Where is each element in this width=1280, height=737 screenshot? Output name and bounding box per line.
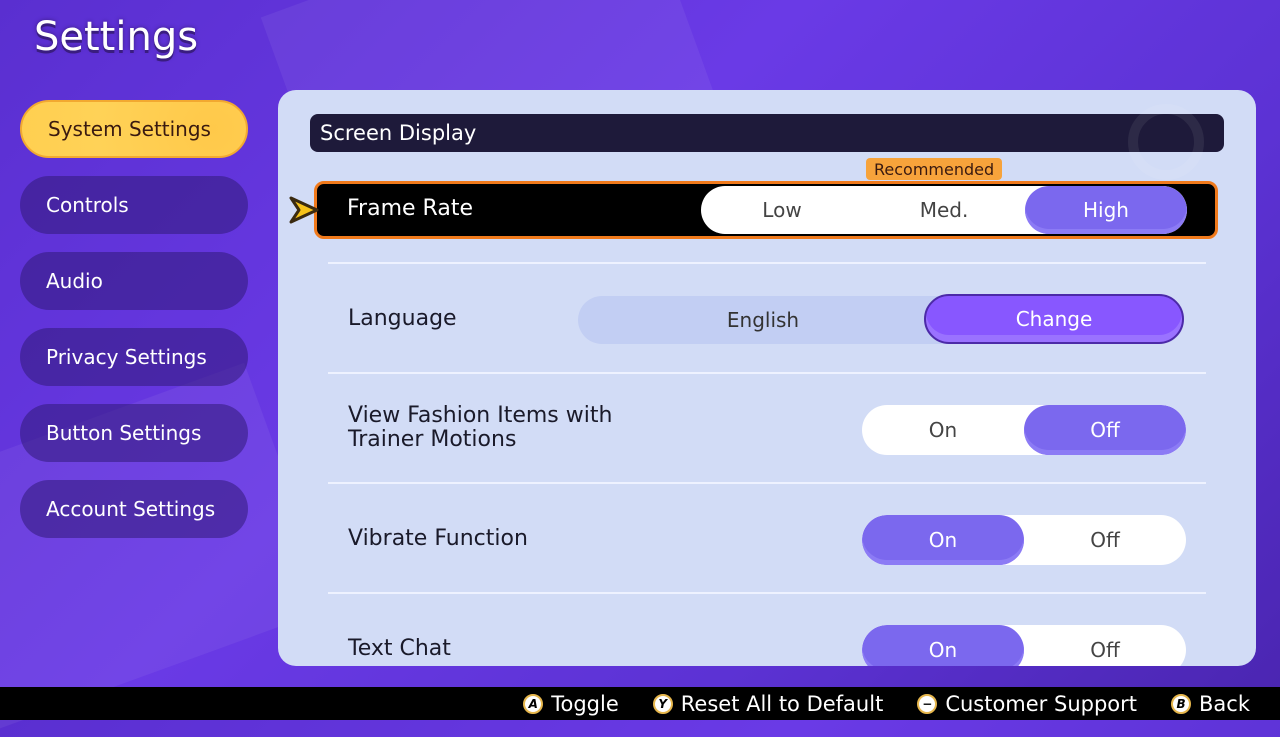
- divider: [328, 372, 1206, 374]
- fashion-label-line2: Trainer Motions: [348, 427, 517, 452]
- sidebar-item-label: Audio: [46, 269, 103, 293]
- fashion-option-on[interactable]: On: [862, 405, 1024, 455]
- pokeball-decoration-icon: [1128, 104, 1204, 180]
- sidebar-item-controls[interactable]: Controls: [20, 176, 248, 234]
- sidebar-item-label: Button Settings: [46, 421, 202, 445]
- hint-back[interactable]: B Back: [1171, 692, 1250, 716]
- y-button-icon: Y: [652, 693, 673, 714]
- sidebar-item-label: System Settings: [48, 117, 211, 141]
- fashion-option-off[interactable]: Off: [1024, 405, 1186, 455]
- hint-label: Toggle: [551, 691, 619, 716]
- recommended-badge: Recommended: [866, 158, 1003, 180]
- settings-panel: Screen Display Recommended Frame Rate Lo…: [278, 90, 1256, 666]
- sidebar-item-system-settings[interactable]: System Settings: [20, 100, 248, 158]
- hint-label: Reset All to Default: [680, 691, 884, 716]
- page-title: Settings: [34, 14, 199, 60]
- divider: [328, 482, 1206, 484]
- frame-rate-label: Frame Rate: [347, 196, 473, 221]
- hint-toggle[interactable]: A Toggle: [523, 692, 619, 716]
- hint-label: Back: [1199, 691, 1250, 716]
- language-label: Language: [348, 306, 457, 331]
- b-button-icon: B: [1171, 693, 1192, 714]
- text-chat-option-off[interactable]: Off: [1024, 625, 1186, 666]
- a-button-icon: A: [523, 693, 544, 714]
- hint-customer-support[interactable]: − Customer Support: [917, 692, 1137, 716]
- fashion-label-line1: View Fashion Items with: [348, 403, 613, 428]
- text-chat-label: Text Chat: [348, 636, 451, 661]
- sidebar-item-account-settings[interactable]: Account Settings: [20, 480, 248, 538]
- vibrate-label: Vibrate Function: [348, 526, 528, 551]
- language-field: English Change: [578, 294, 1184, 344]
- frame-rate-option-med[interactable]: Med.: [863, 186, 1025, 234]
- vibrate-option-off[interactable]: Off: [1024, 515, 1186, 565]
- minus-button-icon: −: [917, 693, 938, 714]
- divider: [328, 262, 1206, 264]
- language-value: English: [726, 308, 800, 332]
- section-header: Screen Display: [310, 104, 1224, 180]
- sidebar-item-label: Account Settings: [46, 497, 216, 521]
- frame-rate-selector: Low Med. High: [701, 186, 1187, 234]
- frame-rate-option-low[interactable]: Low: [701, 186, 863, 234]
- section-header-label: Screen Display: [320, 121, 477, 145]
- hint-reset-all[interactable]: Y Reset All to Default: [652, 691, 884, 716]
- sidebar-item-label: Privacy Settings: [46, 345, 207, 369]
- selection-cursor-icon: [289, 196, 319, 224]
- setting-row-frame-rate[interactable]: Frame Rate Low Med. High: [289, 181, 1218, 239]
- button-hint-bar: A Toggle Y Reset All to Default − Custom…: [0, 687, 1280, 720]
- sidebar-item-privacy-settings[interactable]: Privacy Settings: [20, 328, 248, 386]
- fashion-label: View Fashion Items with Trainer Motions: [348, 404, 612, 452]
- change-language-button[interactable]: Change: [924, 294, 1184, 344]
- fashion-toggle: On Off: [862, 405, 1186, 455]
- text-chat-toggle: On Off: [862, 625, 1186, 666]
- hint-label: Customer Support: [945, 691, 1138, 716]
- sidebar: System Settings Controls Audio Privacy S…: [20, 100, 248, 556]
- sidebar-item-audio[interactable]: Audio: [20, 252, 248, 310]
- vibrate-toggle: On Off: [862, 515, 1186, 565]
- vibrate-option-on[interactable]: On: [862, 515, 1024, 565]
- text-chat-option-on[interactable]: On: [862, 625, 1024, 666]
- frame-rate-option-high[interactable]: High: [1025, 186, 1187, 234]
- sidebar-item-label: Controls: [46, 193, 129, 217]
- sidebar-item-button-settings[interactable]: Button Settings: [20, 404, 248, 462]
- divider: [328, 592, 1206, 594]
